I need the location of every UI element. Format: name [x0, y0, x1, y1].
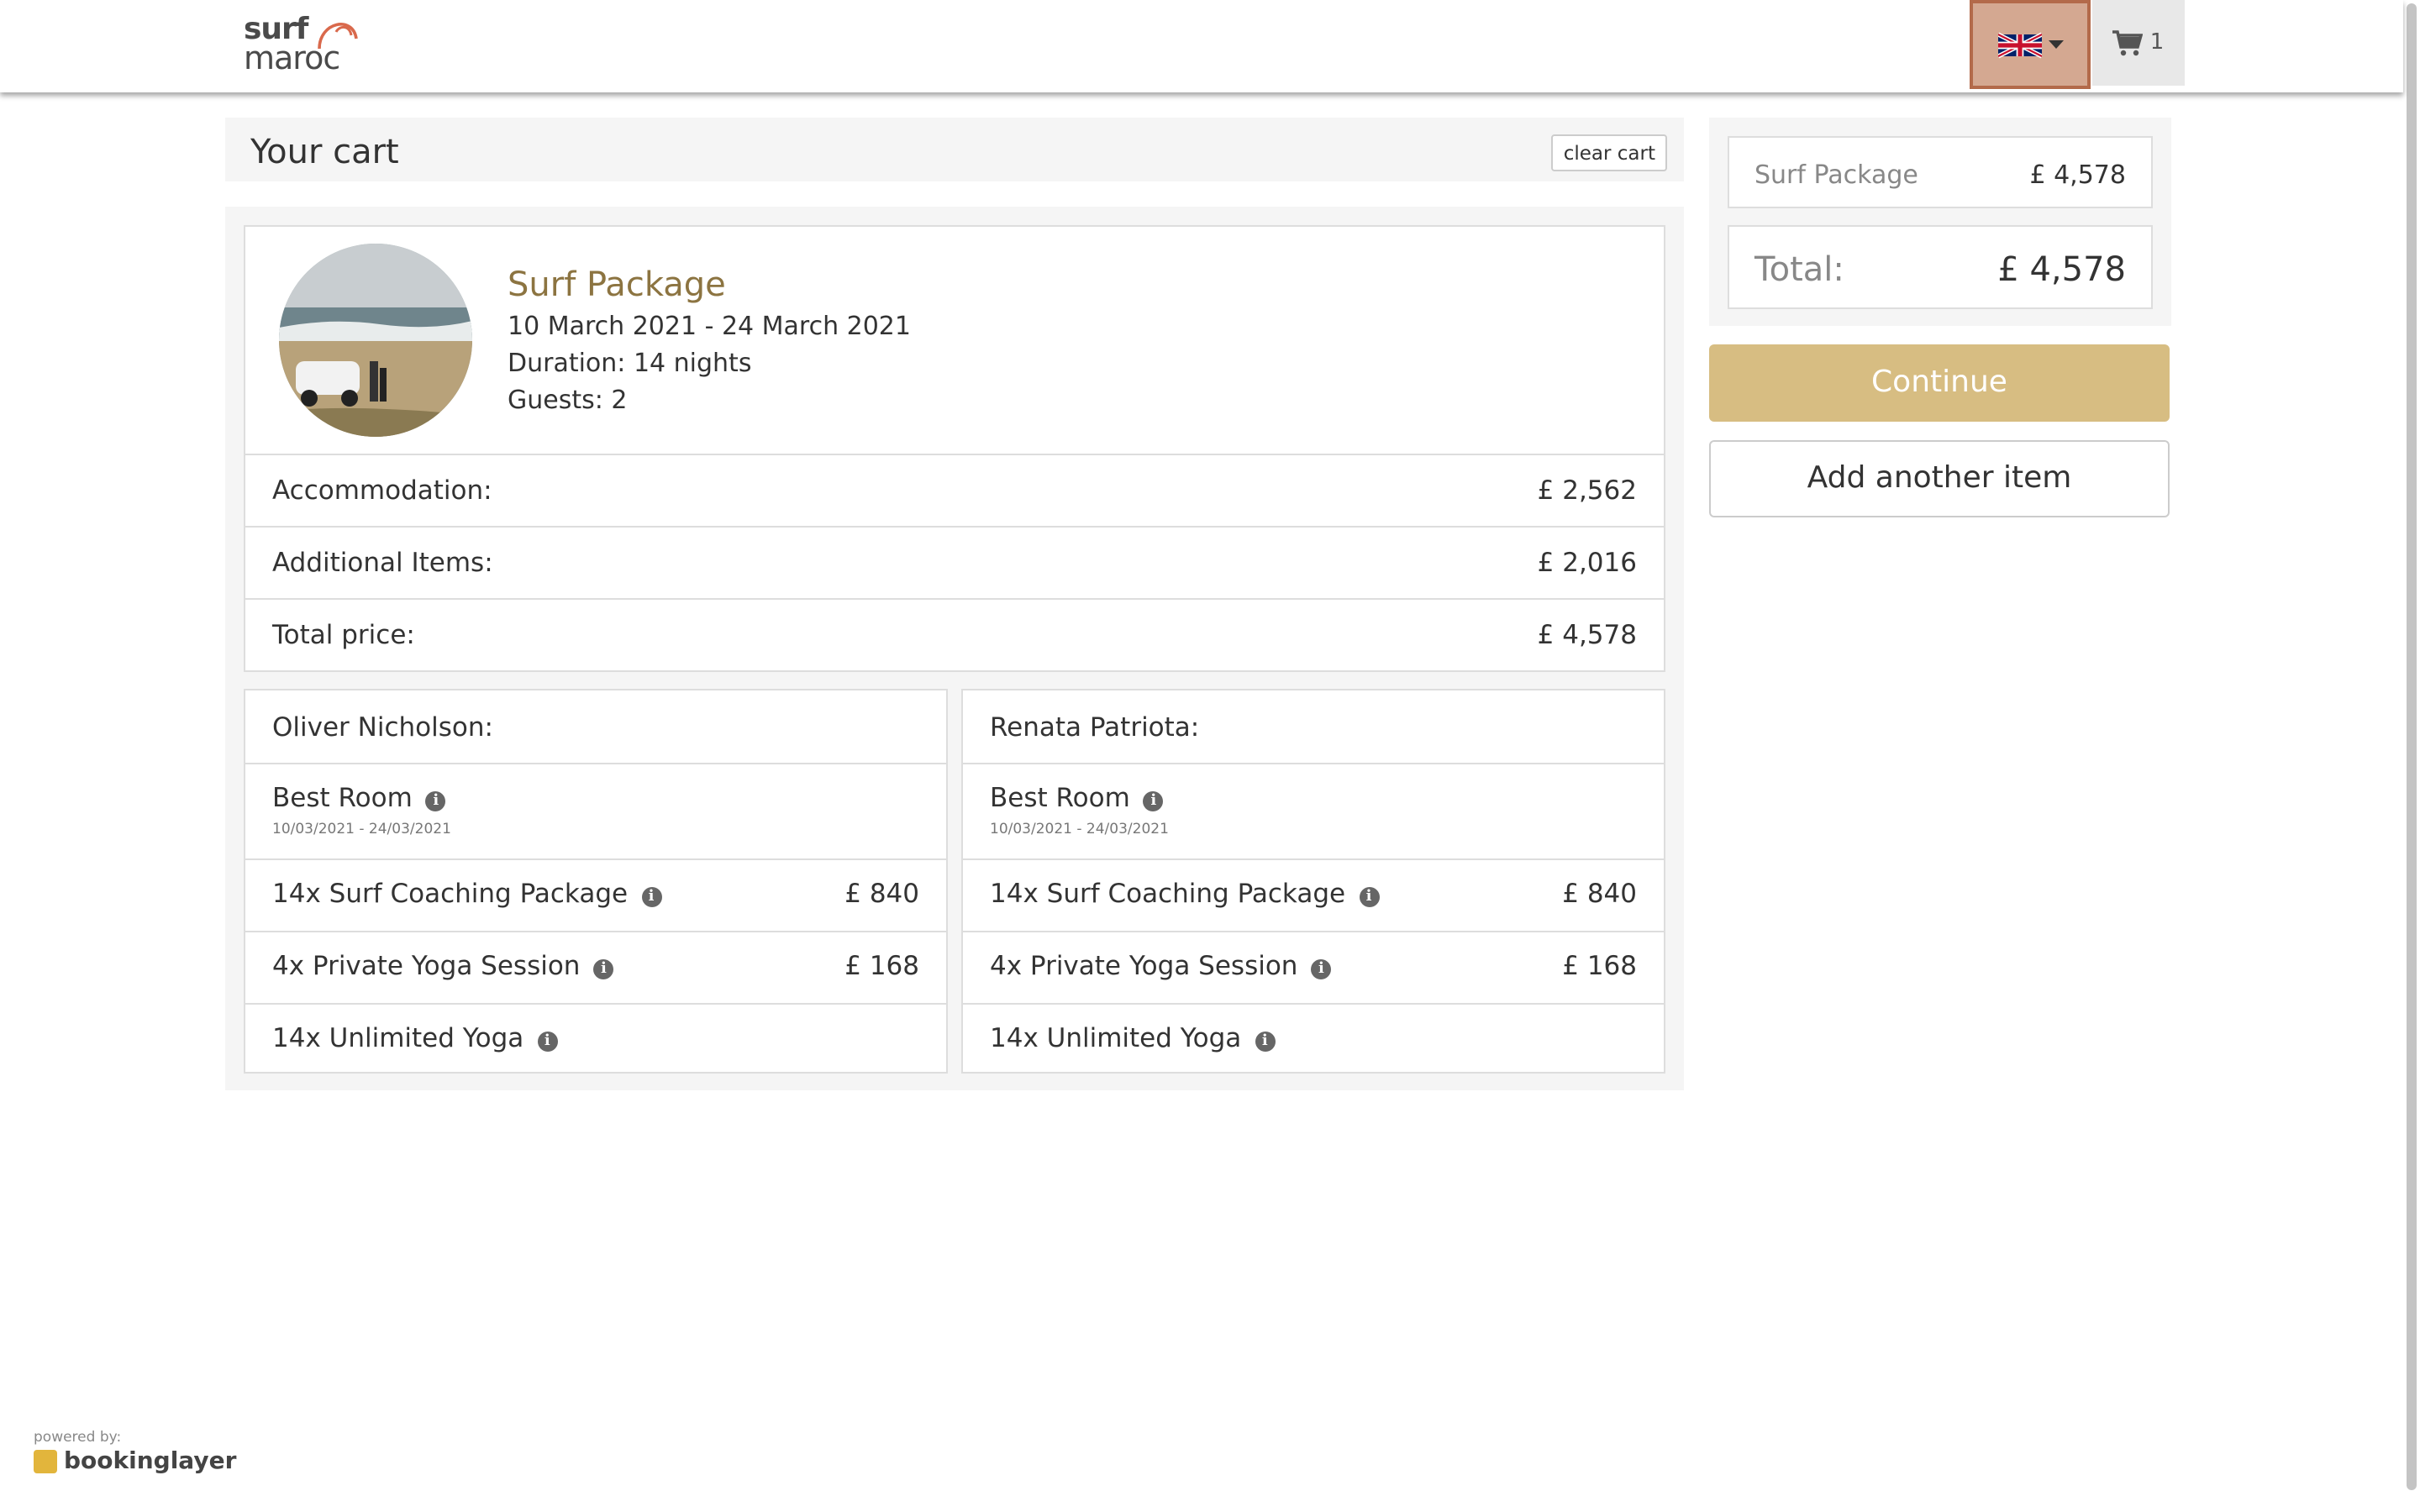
package-title: Surf Package [508, 264, 726, 304]
summary-item-line: Surf Package £ 4,578 [1728, 136, 2153, 208]
extra-row: 14x Unlimited Yoga i [963, 1003, 1664, 1074]
guest-name: Oliver Nicholson: [272, 712, 493, 743]
room-dates: 10/03/2021 - 24/03/2021 [272, 822, 451, 838]
extra-row: 4x Private Yoga Session i £ 168 [245, 931, 946, 1003]
room-name: Best Room [990, 783, 1130, 813]
room-row: Best Room i 10/03/2021 - 24/03/2021 [963, 763, 1664, 858]
info-icon[interactable]: i [1143, 791, 1164, 811]
extra-row: 4x Private Yoga Session i £ 168 [963, 931, 1664, 1003]
info-icon[interactable]: i [641, 887, 662, 907]
room-dates: 10/03/2021 - 24/03/2021 [990, 822, 1169, 838]
add-another-item-button[interactable]: Add another item [1709, 440, 2170, 517]
room-row: Best Room i 10/03/2021 - 24/03/2021 [245, 763, 946, 858]
guest-card: Oliver Nicholson: Best Room i 10/03/2021 … [244, 689, 948, 1074]
summary-item-label: Surf Package [1754, 160, 1918, 190]
summary-total-value: £ 4,578 [1997, 249, 2126, 289]
info-icon[interactable]: i [1359, 887, 1380, 907]
continue-button[interactable]: Continue [1709, 344, 2170, 422]
additional-items-row: Additional Items: £ 2,016 [245, 526, 1664, 598]
scrollbar-thumb[interactable] [2407, 3, 2417, 1490]
extra-name: 14x Surf Coaching Package [990, 879, 1346, 909]
bookinglayer-text: bookinglayer [64, 1448, 237, 1475]
language-selector-button[interactable] [1970, 0, 2091, 89]
row-label: Additional Items: [272, 548, 493, 578]
extra-name: 14x Unlimited Yoga [990, 1023, 1242, 1053]
extra-label: 4x Private Yoga Session i [272, 951, 614, 981]
extra-label: 4x Private Yoga Session i [990, 951, 1332, 981]
package-dates: 10 March 2021 - 24 March 2021 [508, 311, 911, 341]
cart-button[interactable]: 1 [2092, 0, 2185, 86]
summary-total: Total: £ 4,578 [1728, 225, 2153, 309]
room-name: Best Room [272, 783, 413, 813]
extra-row: 14x Unlimited Yoga i [245, 1003, 946, 1074]
cart-body: Surf Package 10 March 2021 - 24 March 20… [225, 207, 1684, 1090]
info-icon[interactable]: i [537, 1032, 558, 1052]
cart-header: Your cart clear cart [225, 118, 1684, 181]
extra-label: 14x Surf Coaching Package i [272, 879, 662, 909]
extra-label: 14x Unlimited Yoga i [272, 1023, 558, 1053]
extra-price: £ 168 [1562, 951, 1637, 981]
row-label: Total price: [272, 620, 415, 650]
extra-price: £ 168 [844, 951, 919, 981]
row-label: Accommodation: [272, 475, 492, 506]
extra-row: 14x Surf Coaching Package i £ 840 [963, 858, 1664, 931]
extra-label: 14x Unlimited Yoga i [990, 1023, 1276, 1053]
guest-name: Renata Patriota: [990, 712, 1200, 743]
clear-cart-button[interactable]: clear cart [1551, 134, 1667, 171]
package-guests: Guests: 2 [508, 385, 628, 415]
total-price-row: Total price: £ 4,578 [245, 598, 1664, 670]
package-photo [279, 244, 472, 437]
summary-item-value: £ 4,578 [2029, 160, 2126, 190]
shopping-cart-icon [2112, 29, 2144, 55]
caret-down-icon [2048, 39, 2063, 48]
room-label: Best Room i [272, 783, 446, 813]
info-icon[interactable]: i [425, 791, 446, 811]
row-value: £ 2,562 [1537, 475, 1637, 506]
extra-label: 14x Surf Coaching Package i [990, 879, 1380, 909]
extra-name: 4x Private Yoga Session [990, 951, 1298, 981]
room-label: Best Room i [990, 783, 1164, 813]
extra-row: 14x Surf Coaching Package i £ 840 [245, 858, 946, 931]
accommodation-row: Accommodation: £ 2,562 [245, 454, 1664, 526]
wave-logo-icon [318, 23, 358, 50]
page-title: Your cart [250, 131, 399, 171]
surf-maroc-logo[interactable]: surf maroc [244, 10, 361, 77]
row-value: £ 4,578 [1537, 620, 1637, 650]
bookinglayer-logo[interactable]: bookinglayer [34, 1448, 236, 1475]
powered-by-label: powered by: [34, 1430, 122, 1446]
top-navbar: surf maroc 1 [0, 0, 2403, 92]
summary-total-label: Total: [1754, 249, 1844, 289]
package-duration: Duration: 14 nights [508, 348, 752, 378]
row-value: £ 2,016 [1537, 548, 1637, 578]
page-scrollbar[interactable] [2403, 0, 2420, 1512]
extra-name: 14x Surf Coaching Package [272, 879, 629, 909]
cart-count: 1 [2149, 30, 2165, 55]
extra-price: £ 840 [1562, 879, 1637, 909]
info-icon[interactable]: i [1255, 1032, 1276, 1052]
extra-name: 4x Private Yoga Session [272, 951, 581, 981]
order-summary: Surf Package £ 4,578 Total: £ 4,578 [1709, 118, 2171, 326]
info-icon[interactable]: i [1311, 959, 1332, 979]
extra-name: 14x Unlimited Yoga [272, 1023, 524, 1053]
guest-card: Renata Patriota: Best Room i 10/03/2021 -… [961, 689, 1665, 1074]
cart-item-card: Surf Package 10 March 2021 - 24 March 20… [244, 225, 1665, 672]
uk-flag-icon [1997, 31, 2041, 58]
bookinglayer-icon [34, 1450, 57, 1473]
extra-price: £ 840 [844, 879, 919, 909]
info-icon[interactable]: i [593, 959, 614, 979]
